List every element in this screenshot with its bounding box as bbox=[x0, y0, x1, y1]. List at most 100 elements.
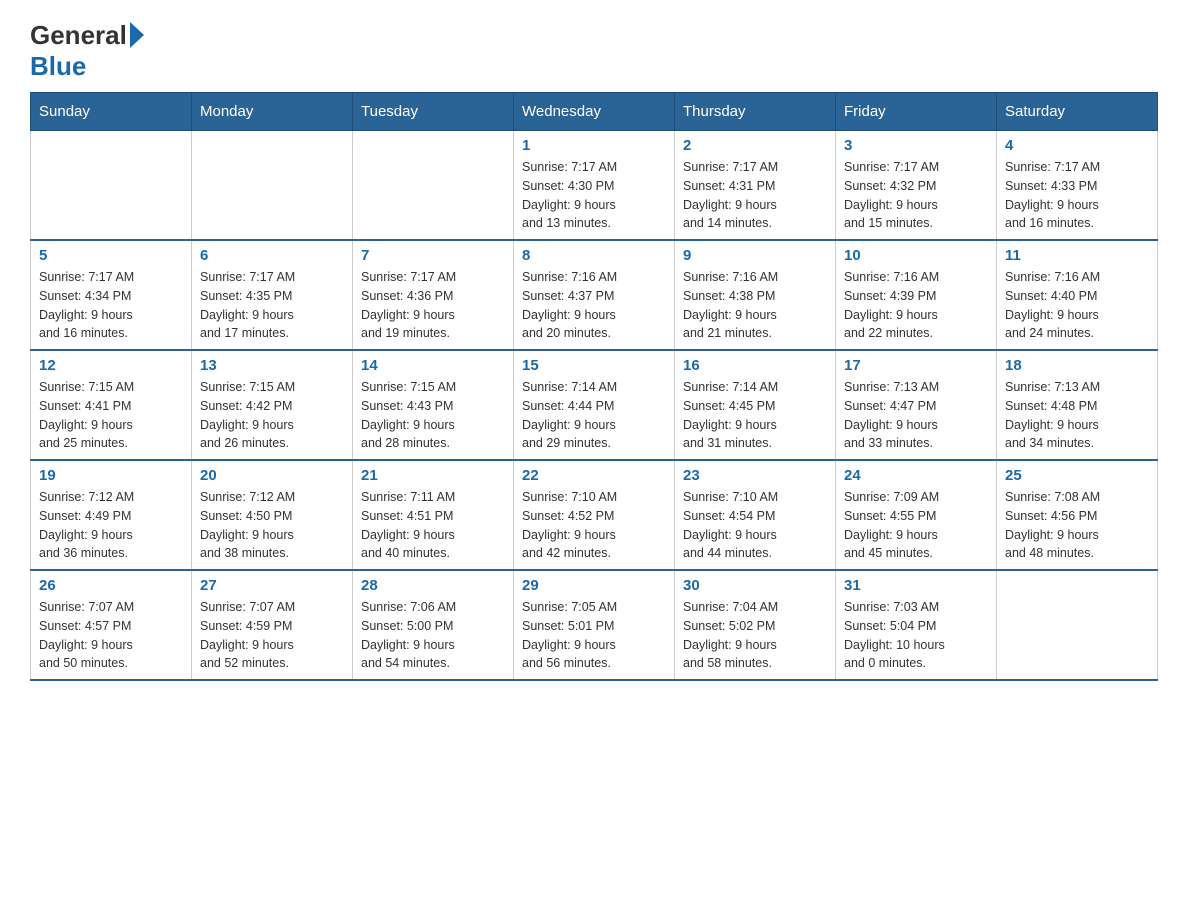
calendar-day-cell: 2 Sunrise: 7:17 AM Sunset: 4:31 PM Daylig… bbox=[675, 131, 836, 241]
day-of-week-header: Friday bbox=[836, 93, 997, 131]
calendar-day-cell: 6 Sunrise: 7:17 AM Sunset: 4:35 PM Daylig… bbox=[192, 240, 353, 350]
day-number: 19 bbox=[39, 467, 183, 484]
day-info: Sunrise: 7:16 AM Sunset: 4:37 PM Dayligh… bbox=[522, 268, 666, 343]
day-info: Sunrise: 7:10 AM Sunset: 4:52 PM Dayligh… bbox=[522, 488, 666, 563]
calendar-day-cell: 19 Sunrise: 7:12 AM Sunset: 4:49 PM Dayli… bbox=[31, 460, 192, 570]
day-number: 29 bbox=[522, 577, 666, 594]
day-info: Sunrise: 7:10 AM Sunset: 4:54 PM Dayligh… bbox=[683, 488, 827, 563]
day-info: Sunrise: 7:17 AM Sunset: 4:30 PM Dayligh… bbox=[522, 158, 666, 233]
calendar-day-cell: 20 Sunrise: 7:12 AM Sunset: 4:50 PM Dayli… bbox=[192, 460, 353, 570]
calendar-day-cell: 17Sunrise: 7:13 AM Sunset: 4:47 PM Dayli… bbox=[836, 350, 997, 460]
day-of-week-header: Wednesday bbox=[514, 93, 675, 131]
day-info: Sunrise: 7:17 AM Sunset: 4:31 PM Dayligh… bbox=[683, 158, 827, 233]
logo-arrow-icon bbox=[130, 22, 144, 48]
day-info: Sunrise: 7:17 AM Sunset: 4:32 PM Dayligh… bbox=[844, 158, 988, 233]
day-number: 23 bbox=[683, 467, 827, 484]
calendar-day-cell: 23 Sunrise: 7:10 AM Sunset: 4:54 PM Dayli… bbox=[675, 460, 836, 570]
calendar-day-cell: 9 Sunrise: 7:16 AM Sunset: 4:38 PM Daylig… bbox=[675, 240, 836, 350]
day-info: Sunrise: 7:14 AM Sunset: 4:44 PM Dayligh… bbox=[522, 378, 666, 453]
calendar-week-row: 1Sunrise: 7:17 AM Sunset: 4:30 PM Daylig… bbox=[31, 131, 1158, 241]
day-info: Sunrise: 7:12 AM Sunset: 4:49 PM Dayligh… bbox=[39, 488, 183, 563]
calendar-day-cell: 18Sunrise: 7:13 AM Sunset: 4:48 PM Dayli… bbox=[997, 350, 1158, 460]
day-info: Sunrise: 7:15 AM Sunset: 4:43 PM Dayligh… bbox=[361, 378, 505, 453]
day-number: 27 bbox=[200, 577, 344, 594]
day-info: Sunrise: 7:15 AM Sunset: 4:42 PM Dayligh… bbox=[200, 378, 344, 453]
day-info: Sunrise: 7:16 AM Sunset: 4:40 PM Dayligh… bbox=[1005, 268, 1149, 343]
calendar-day-cell: 25Sunrise: 7:08 AM Sunset: 4:56 PM Dayli… bbox=[997, 460, 1158, 570]
calendar-table: SundayMondayTuesdayWednesdayThursdayFrid… bbox=[30, 92, 1158, 681]
day-info: Sunrise: 7:15 AM Sunset: 4:41 PM Dayligh… bbox=[39, 378, 183, 453]
calendar-day-cell: 26 Sunrise: 7:07 AM Sunset: 4:57 PM Dayli… bbox=[31, 570, 192, 680]
calendar-day-cell bbox=[31, 131, 192, 241]
calendar-day-cell: 27 Sunrise: 7:07 AM Sunset: 4:59 PM Dayli… bbox=[192, 570, 353, 680]
day-number: 8 bbox=[522, 247, 666, 264]
day-number: 16 bbox=[683, 357, 827, 374]
day-number: 3 bbox=[844, 137, 988, 154]
calendar-day-cell: 8 Sunrise: 7:16 AM Sunset: 4:37 PM Daylig… bbox=[514, 240, 675, 350]
day-info: Sunrise: 7:12 AM Sunset: 4:50 PM Dayligh… bbox=[200, 488, 344, 563]
day-info: Sunrise: 7:17 AM Sunset: 4:34 PM Dayligh… bbox=[39, 268, 183, 343]
day-info: Sunrise: 7:04 AM Sunset: 5:02 PM Dayligh… bbox=[683, 598, 827, 673]
day-of-week-header: Saturday bbox=[997, 93, 1158, 131]
calendar-day-cell: 21Sunrise: 7:11 AM Sunset: 4:51 PM Dayli… bbox=[353, 460, 514, 570]
day-number: 6 bbox=[200, 247, 344, 264]
day-info: Sunrise: 7:17 AM Sunset: 4:35 PM Dayligh… bbox=[200, 268, 344, 343]
day-info: Sunrise: 7:13 AM Sunset: 4:47 PM Dayligh… bbox=[844, 378, 988, 453]
day-info: Sunrise: 7:07 AM Sunset: 4:59 PM Dayligh… bbox=[200, 598, 344, 673]
day-of-week-header: Tuesday bbox=[353, 93, 514, 131]
calendar-day-cell: 5 Sunrise: 7:17 AM Sunset: 4:34 PM Daylig… bbox=[31, 240, 192, 350]
page-header: General Blue bbox=[30, 20, 1158, 82]
calendar-day-cell: 4 Sunrise: 7:17 AM Sunset: 4:33 PM Daylig… bbox=[997, 131, 1158, 241]
day-info: Sunrise: 7:05 AM Sunset: 5:01 PM Dayligh… bbox=[522, 598, 666, 673]
day-number: 30 bbox=[683, 577, 827, 594]
day-number: 28 bbox=[361, 577, 505, 594]
calendar-day-cell: 29 Sunrise: 7:05 AM Sunset: 5:01 PM Dayli… bbox=[514, 570, 675, 680]
day-number: 10 bbox=[844, 247, 988, 264]
day-number: 2 bbox=[683, 137, 827, 154]
day-info: Sunrise: 7:03 AM Sunset: 5:04 PM Dayligh… bbox=[844, 598, 988, 673]
calendar-week-row: 12Sunrise: 7:15 AM Sunset: 4:41 PM Dayli… bbox=[31, 350, 1158, 460]
day-number: 7 bbox=[361, 247, 505, 264]
calendar-day-cell: 11 Sunrise: 7:16 AM Sunset: 4:40 PM Dayli… bbox=[997, 240, 1158, 350]
day-info: Sunrise: 7:14 AM Sunset: 4:45 PM Dayligh… bbox=[683, 378, 827, 453]
day-info: Sunrise: 7:17 AM Sunset: 4:33 PM Dayligh… bbox=[1005, 158, 1149, 233]
calendar-header-row: SundayMondayTuesdayWednesdayThursdayFrid… bbox=[31, 93, 1158, 131]
day-of-week-header: Monday bbox=[192, 93, 353, 131]
calendar-week-row: 19 Sunrise: 7:12 AM Sunset: 4:49 PM Dayli… bbox=[31, 460, 1158, 570]
day-number: 5 bbox=[39, 247, 183, 264]
day-info: Sunrise: 7:07 AM Sunset: 4:57 PM Dayligh… bbox=[39, 598, 183, 673]
calendar-day-cell: 7 Sunrise: 7:17 AM Sunset: 4:36 PM Daylig… bbox=[353, 240, 514, 350]
calendar-day-cell: 14 Sunrise: 7:15 AM Sunset: 4:43 PM Dayli… bbox=[353, 350, 514, 460]
day-info: Sunrise: 7:09 AM Sunset: 4:55 PM Dayligh… bbox=[844, 488, 988, 563]
day-number: 11 bbox=[1005, 247, 1149, 264]
day-number: 20 bbox=[200, 467, 344, 484]
day-number: 15 bbox=[522, 357, 666, 374]
calendar-day-cell: 30 Sunrise: 7:04 AM Sunset: 5:02 PM Dayli… bbox=[675, 570, 836, 680]
day-number: 13 bbox=[200, 357, 344, 374]
calendar-day-cell: 3 Sunrise: 7:17 AM Sunset: 4:32 PM Daylig… bbox=[836, 131, 997, 241]
calendar-day-cell: 28Sunrise: 7:06 AM Sunset: 5:00 PM Dayli… bbox=[353, 570, 514, 680]
day-info: Sunrise: 7:16 AM Sunset: 4:38 PM Dayligh… bbox=[683, 268, 827, 343]
calendar-day-cell: 16 Sunrise: 7:14 AM Sunset: 4:45 PM Dayli… bbox=[675, 350, 836, 460]
day-number: 14 bbox=[361, 357, 505, 374]
calendar-day-cell: 13 Sunrise: 7:15 AM Sunset: 4:42 PM Dayli… bbox=[192, 350, 353, 460]
logo-blue-text: Blue bbox=[30, 51, 86, 81]
day-info: Sunrise: 7:13 AM Sunset: 4:48 PM Dayligh… bbox=[1005, 378, 1149, 453]
day-number: 31 bbox=[844, 577, 988, 594]
calendar-day-cell bbox=[192, 131, 353, 241]
day-number: 22 bbox=[522, 467, 666, 484]
calendar-day-cell: 22 Sunrise: 7:10 AM Sunset: 4:52 PM Dayli… bbox=[514, 460, 675, 570]
day-number: 4 bbox=[1005, 137, 1149, 154]
calendar-day-cell: 1Sunrise: 7:17 AM Sunset: 4:30 PM Daylig… bbox=[514, 131, 675, 241]
day-of-week-header: Thursday bbox=[675, 93, 836, 131]
calendar-day-cell bbox=[997, 570, 1158, 680]
calendar-week-row: 26 Sunrise: 7:07 AM Sunset: 4:57 PM Dayli… bbox=[31, 570, 1158, 680]
day-number: 26 bbox=[39, 577, 183, 594]
day-number: 9 bbox=[683, 247, 827, 264]
logo: General Blue bbox=[30, 20, 144, 82]
day-info: Sunrise: 7:08 AM Sunset: 4:56 PM Dayligh… bbox=[1005, 488, 1149, 563]
day-number: 21 bbox=[361, 467, 505, 484]
day-of-week-header: Sunday bbox=[31, 93, 192, 131]
day-info: Sunrise: 7:17 AM Sunset: 4:36 PM Dayligh… bbox=[361, 268, 505, 343]
calendar-day-cell bbox=[353, 131, 514, 241]
